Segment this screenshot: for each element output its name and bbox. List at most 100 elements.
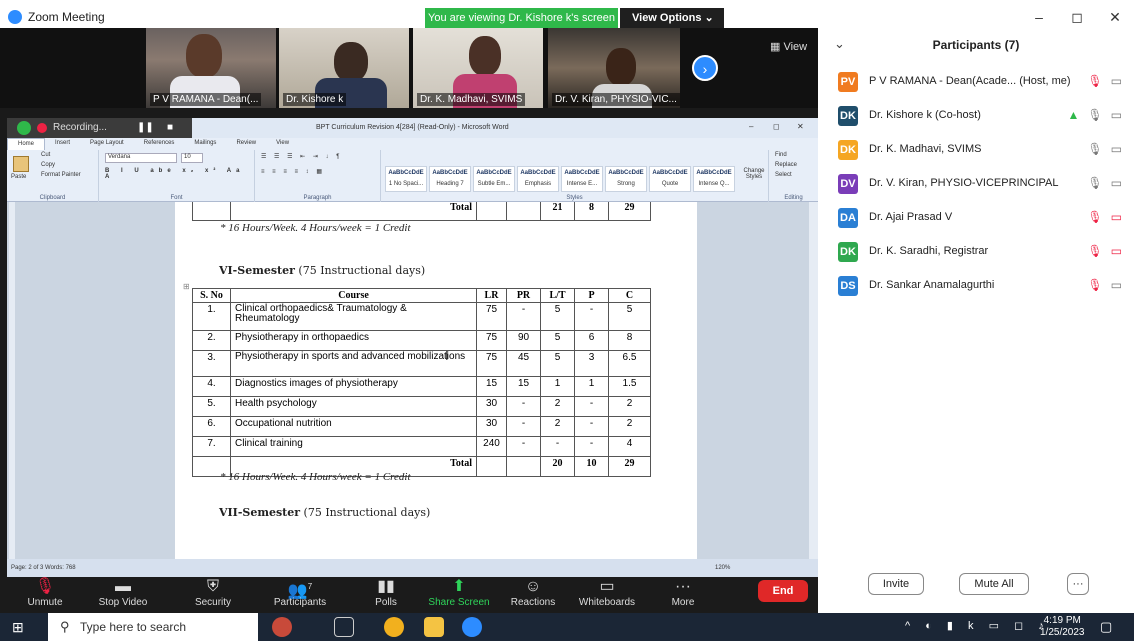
style-emphasis[interactable]: AaBbCcDdE Emphasis bbox=[517, 166, 559, 192]
video-tile[interactable]: P V RAMANA - Dean(... bbox=[146, 28, 276, 108]
style-intense-emphasis[interactable]: AaBbCcDdE Intense E... bbox=[561, 166, 603, 192]
camera-off-icon[interactable]: ▭ bbox=[1111, 210, 1122, 224]
style-heading-7[interactable]: AaBbCcDdE Heading 7 bbox=[429, 166, 471, 192]
style-quote[interactable]: AaBbCcDdE Quote bbox=[649, 166, 691, 192]
share-screen-button[interactable]: ⬆ Share Screen bbox=[428, 577, 490, 608]
tab-mailings[interactable]: Mailings bbox=[184, 138, 226, 150]
paste-icon[interactable] bbox=[13, 156, 29, 172]
stop-icon[interactable]: ■ bbox=[167, 118, 173, 138]
font-name-select[interactable]: Verdana bbox=[105, 153, 177, 163]
participant-row[interactable]: DK Dr. K. Saradhi, Registrar 🎙 ▭ bbox=[818, 236, 1134, 270]
word-restore-button[interactable]: ◻ bbox=[773, 122, 780, 131]
table-move-handle-icon[interactable]: ⊞ bbox=[183, 282, 190, 291]
word-minimize-button[interactable]: – bbox=[749, 122, 753, 131]
table-cell: 6. bbox=[192, 416, 231, 437]
document-canvas[interactable]: Total 21 8 29 * 16 Hours/Week. 4 Hours/w… bbox=[7, 202, 818, 559]
semester-heading: VII-Semester (75 Instructional days) bbox=[219, 506, 430, 519]
video-tile[interactable]: Dr. Kishore k bbox=[279, 28, 409, 108]
table-cell: 3 bbox=[574, 350, 609, 377]
end-meeting-button[interactable]: End bbox=[758, 580, 808, 602]
participant-row[interactable]: DA Dr. Ajai Prasad V 🎙 ▭ bbox=[818, 202, 1134, 236]
unmute-button[interactable]: 🎙 Unmute bbox=[22, 577, 68, 608]
mic-icon[interactable]: 🎙 bbox=[1087, 142, 1102, 156]
tab-insert[interactable]: Insert bbox=[45, 138, 80, 150]
tab-review[interactable]: Review bbox=[226, 138, 266, 150]
list-buttons[interactable]: ☰ ☰ ☰ ⇤ ⇥ ↓ ¶ bbox=[261, 153, 342, 160]
camera-icon[interactable]: ▭ bbox=[1111, 142, 1122, 156]
style-strong[interactable]: AaBbCcDdE Strong bbox=[605, 166, 647, 192]
format-painter-button[interactable]: Format Painter bbox=[41, 172, 81, 178]
document-page[interactable]: Total 21 8 29 * 16 Hours/Week. 4 Hours/w… bbox=[175, 202, 697, 559]
rose-app-icon[interactable] bbox=[272, 617, 292, 637]
more-options-button[interactable]: ··· bbox=[1067, 573, 1089, 595]
chrome-icon[interactable] bbox=[384, 617, 404, 637]
style-name: Heading 7 bbox=[436, 181, 464, 187]
whiteboards-button[interactable]: ▭ Whiteboards bbox=[576, 577, 638, 608]
mute-all-button[interactable]: Mute All bbox=[959, 573, 1029, 595]
align-buttons[interactable]: ≡ ≡ ≡ ≡ ↕ ▦ bbox=[261, 168, 325, 175]
taskbar-search-input[interactable]: Type here to search bbox=[48, 613, 258, 641]
pause-icon[interactable]: ❚❚ bbox=[137, 118, 154, 138]
system-tray[interactable]: ^ ◐ ▮ k ▭ ◻ ♪ bbox=[905, 619, 1050, 632]
col-c: C bbox=[608, 288, 651, 303]
mic-muted-icon[interactable]: 🎙 bbox=[1087, 244, 1102, 258]
recording-indicator[interactable]: Recording... ❚❚ ■ bbox=[7, 118, 192, 138]
video-tile[interactable]: Dr. V. Kiran, PHYSIO-VIC... bbox=[548, 28, 680, 108]
camera-off-icon[interactable]: ▭ bbox=[1111, 244, 1122, 258]
font-format-buttons[interactable]: B I U abe x₂ x² Aa A bbox=[105, 168, 254, 180]
camera-icon[interactable]: ▭ bbox=[1111, 278, 1122, 292]
next-page-arrow-icon[interactable]: › bbox=[692, 55, 718, 81]
change-styles-button[interactable]: Change Styles bbox=[741, 168, 767, 180]
participant-row[interactable]: PV P V RAMANA - Dean(Acade... (Host, me)… bbox=[818, 66, 1134, 100]
participant-row[interactable]: DK Dr. K. Madhavi, SVIMS 🎙 ▭ bbox=[818, 134, 1134, 168]
participant-row[interactable]: DV Dr. V. Kiran, PHYSIO-VICEPRINCIPAL 🎙 ▭ bbox=[818, 168, 1134, 202]
security-button[interactable]: ⛨ Security bbox=[190, 577, 236, 608]
polls-button[interactable]: ▮▮ Polls bbox=[368, 577, 404, 608]
mic-muted-icon[interactable]: 🎙 bbox=[1087, 210, 1102, 224]
mic-icon[interactable]: 🎙 bbox=[1087, 108, 1102, 122]
style-no-spacing[interactable]: AaBbCcDdE 1 No Spaci... bbox=[385, 166, 427, 192]
view-layout-button[interactable]: ▦ View bbox=[770, 40, 807, 53]
tab-page-layout[interactable]: Page Layout bbox=[80, 138, 134, 150]
mic-icon[interactable]: 🎙 bbox=[1087, 176, 1102, 190]
replace-button[interactable]: Replace bbox=[775, 162, 797, 168]
camera-icon[interactable]: ▭ bbox=[1111, 74, 1122, 88]
taskbar-clock[interactable]: 4:19 PM 1/25/2023 bbox=[1040, 615, 1085, 639]
participant-row[interactable]: DS Dr. Sankar Anamalagurthi 🎙 ▭ bbox=[818, 270, 1134, 304]
more-button[interactable]: ··· More bbox=[666, 577, 700, 608]
style-subtle-emphasis[interactable]: AaBbCcDdE Subtle Em... bbox=[473, 166, 515, 192]
zoom-taskbar-icon[interactable] bbox=[462, 617, 482, 637]
task-view-icon[interactable] bbox=[334, 617, 354, 637]
mic-muted-icon[interactable]: 🎙 bbox=[1087, 74, 1102, 88]
mic-muted-icon[interactable]: 🎙 bbox=[1087, 278, 1102, 292]
tab-references[interactable]: References bbox=[134, 138, 185, 150]
file-explorer-icon[interactable] bbox=[424, 617, 444, 637]
participants-button[interactable]: 👥7 Participants bbox=[270, 577, 330, 608]
word-close-button[interactable]: ✕ bbox=[797, 122, 804, 131]
stop-video-button[interactable]: ▬ Stop Video bbox=[92, 577, 154, 608]
paste-button[interactable]: Paste bbox=[11, 174, 26, 180]
select-button[interactable]: Select bbox=[775, 172, 792, 178]
participant-face bbox=[469, 36, 501, 76]
style-intense-quote[interactable]: AaBbCcDdE Intense Q... bbox=[693, 166, 735, 192]
camera-icon[interactable]: ▭ bbox=[1111, 108, 1122, 122]
copy-button[interactable]: Copy bbox=[41, 162, 55, 168]
zoom-level[interactable]: 120% bbox=[715, 559, 730, 577]
find-button[interactable]: Find bbox=[775, 152, 787, 158]
font-size-select[interactable]: 10 bbox=[181, 153, 203, 163]
view-options-button[interactable]: View Options ⌄ bbox=[620, 8, 724, 28]
notifications-icon[interactable]: ▢ bbox=[1100, 619, 1112, 635]
video-tile[interactable]: Dr. K. Madhavi, SVIMS bbox=[413, 28, 543, 108]
windows-start-icon[interactable]: ⊞ bbox=[12, 619, 28, 635]
table-cell: - bbox=[574, 416, 609, 437]
tab-view[interactable]: View bbox=[266, 138, 299, 150]
reactions-button[interactable]: ☺ Reactions bbox=[508, 577, 558, 608]
ribbon-tabs: Home Insert Page Layout References Maili… bbox=[7, 138, 299, 150]
camera-icon[interactable]: ▭ bbox=[1111, 176, 1122, 190]
participant-row[interactable]: DK Dr. Kishore k (Co-host) ▲ 🎙 ▭ bbox=[818, 100, 1134, 134]
vertical-scrollbar[interactable] bbox=[809, 202, 818, 559]
cut-button[interactable]: Cut bbox=[41, 152, 50, 158]
invite-button[interactable]: Invite bbox=[868, 573, 924, 595]
whiteboard-icon: ▭ bbox=[599, 578, 615, 595]
tab-home[interactable]: Home bbox=[7, 138, 46, 150]
